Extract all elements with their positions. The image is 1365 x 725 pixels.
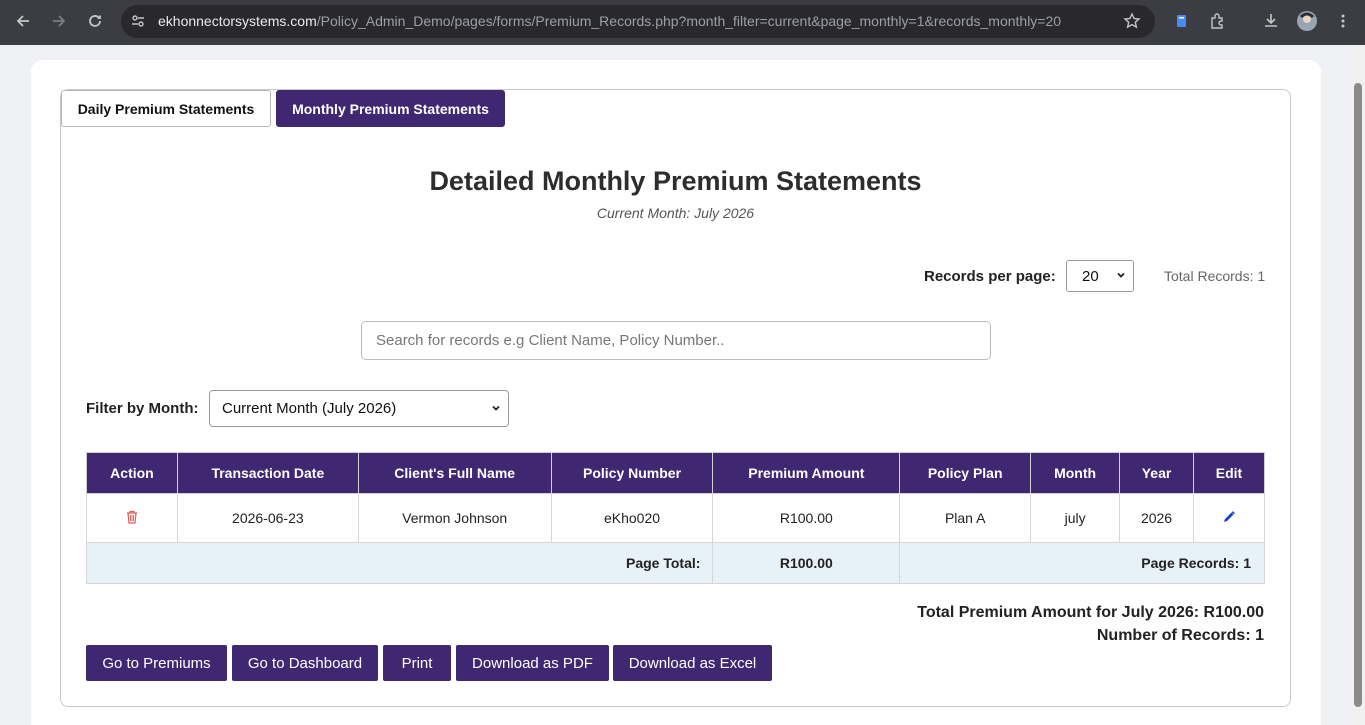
total-records: Total Records: 1	[1164, 268, 1266, 284]
action-cell	[86, 493, 178, 543]
pencil-icon[interactable]	[1222, 510, 1236, 527]
scrollbar-thumb[interactable]	[1354, 83, 1362, 707]
table-header-row: Action Transaction Date Client's Full Na…	[86, 452, 1265, 494]
column-header: Transaction Date	[176, 452, 359, 494]
column-header: Policy Plan	[899, 452, 1032, 494]
page-total-row: Page Total: R100.00 Page Records: 1	[85, 542, 1265, 584]
search-input[interactable]	[361, 321, 991, 360]
total-premium-summary: Total Premium Amount for July 2026: R100…	[917, 604, 1264, 621]
forward-icon[interactable]	[47, 9, 71, 33]
column-header: Premium Amount	[712, 452, 901, 494]
policy-number-cell: eKho020	[550, 493, 714, 543]
table-row: 2026-06-23 Vermon Johnson eKho020 R100.0…	[86, 493, 1265, 543]
extensions-puzzle-icon[interactable]	[1206, 9, 1230, 33]
chevron-down-icon	[492, 405, 500, 411]
extension-docs-icon[interactable]	[1170, 9, 1194, 33]
column-header: Client's Full Name	[357, 452, 552, 494]
number-of-records-summary: Number of Records: 1	[1096, 627, 1264, 644]
year-cell: 2026	[1119, 493, 1194, 543]
filter-month-label: Filter by Month:	[86, 400, 199, 417]
records-per-page-label: Records per page:	[924, 268, 1056, 285]
column-header: Month	[1030, 452, 1121, 494]
page-title: Detailed Monthly Premium Statements	[429, 166, 922, 196]
tab-daily-premium[interactable]: Daily Premium Statements	[61, 90, 271, 127]
go-to-premiums-button[interactable]: Go to Premiums	[86, 645, 227, 681]
tab-monthly-premium[interactable]: Monthly Premium Statements	[276, 90, 505, 127]
bookmark-star-icon[interactable]	[1123, 12, 1141, 35]
download-icon[interactable]	[1259, 9, 1283, 33]
transaction-date-cell: 2026-06-23	[176, 493, 359, 543]
back-icon[interactable]	[11, 9, 35, 33]
edit-cell	[1193, 493, 1265, 543]
column-header: Policy Number	[550, 452, 714, 494]
client-name-cell: Vermon Johnson	[357, 493, 552, 543]
trash-icon[interactable]	[126, 510, 138, 527]
column-header: Year	[1119, 452, 1194, 494]
print-button[interactable]: Print	[383, 645, 451, 681]
premium-table: Action Transaction Date Client's Full Na…	[85, 452, 1265, 584]
page-total-value: R100.00	[712, 542, 901, 584]
page-total-label: Page Total:	[85, 542, 714, 584]
column-header: Edit	[1193, 452, 1265, 494]
records-per-page-value: 20	[1082, 267, 1099, 285]
page-subtitle: Current Month: July 2026	[596, 205, 755, 221]
browser-toolbar: ekhonnectorsystems.com/Policy_Admin_Demo…	[0, 0, 1365, 45]
download-pdf-button[interactable]: Download as PDF	[456, 645, 609, 681]
premium-amount-cell: R100.00	[712, 493, 901, 543]
download-excel-button[interactable]: Download as Excel	[613, 645, 772, 681]
url-text: ekhonnectorsystems.com/Policy_Admin_Demo…	[158, 13, 1062, 29]
filter-month-value: Current Month (July 2026)	[222, 400, 397, 417]
address-bar[interactable]: ekhonnectorsystems.com/Policy_Admin_Demo…	[121, 5, 1155, 38]
month-cell: july	[1030, 493, 1121, 543]
go-to-dashboard-button[interactable]: Go to Dashboard	[232, 645, 378, 681]
menu-kebab-icon[interactable]	[1331, 9, 1355, 33]
page-scrollbar[interactable]	[1351, 45, 1365, 725]
chevron-down-icon	[1117, 272, 1125, 278]
records-per-page-select[interactable]: 20	[1066, 260, 1134, 292]
reload-icon[interactable]	[83, 9, 107, 33]
profile-avatar[interactable]	[1295, 9, 1319, 33]
policy-plan-cell: Plan A	[899, 493, 1032, 543]
column-header: Action	[86, 452, 178, 494]
filter-month-select[interactable]: Current Month (July 2026)	[209, 390, 509, 427]
site-settings-icon[interactable]	[130, 13, 146, 34]
page-records: Page Records: 1	[899, 542, 1265, 584]
